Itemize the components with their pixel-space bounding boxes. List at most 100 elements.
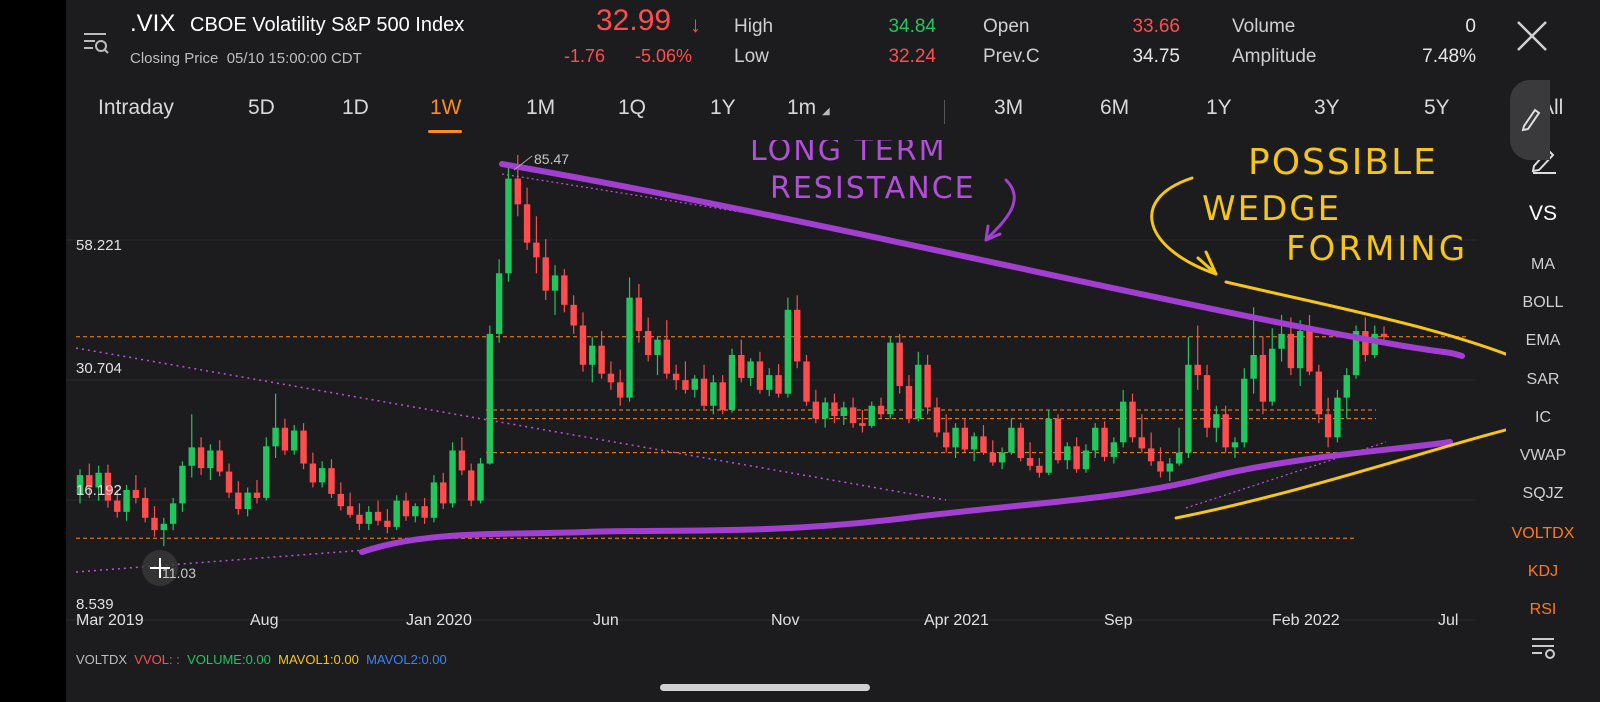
candle xyxy=(766,368,773,397)
candle-body xyxy=(318,468,326,483)
candle xyxy=(970,432,978,462)
candle-body xyxy=(877,405,885,415)
candle-body xyxy=(803,361,810,402)
candle xyxy=(877,397,885,419)
candle-body xyxy=(561,275,568,305)
candle xyxy=(216,440,223,477)
tab-1w[interactable]: 1W xyxy=(430,96,462,120)
candle-body xyxy=(1296,331,1304,369)
candle-body xyxy=(1315,371,1322,415)
candle-body xyxy=(402,500,410,517)
candle xyxy=(291,424,298,455)
candle-body xyxy=(384,520,391,527)
indicator-settings-icon[interactable] xyxy=(1530,636,1558,660)
tab-1m[interactable]: 1M xyxy=(526,96,555,120)
candle xyxy=(1222,405,1229,453)
candlestick-chart[interactable]: LONG TERM RESISTANCE POSSIBLE WEDGE FORM… xyxy=(66,140,1506,660)
indicator-ma[interactable]: MA xyxy=(1506,256,1580,274)
menu-search-icon[interactable] xyxy=(82,30,110,56)
candle-body xyxy=(924,364,931,408)
candle-body xyxy=(794,309,801,362)
indicator-boll[interactable]: BOLL xyxy=(1506,294,1580,312)
candle xyxy=(924,354,931,415)
candle xyxy=(840,401,847,425)
price-change-pct: -5.06% xyxy=(635,46,693,66)
tab-1d[interactable]: 1D xyxy=(342,96,369,120)
candle xyxy=(607,361,615,390)
candle xyxy=(989,440,996,466)
tab-5d[interactable]: 5D xyxy=(248,96,275,120)
drawing-tool-tab[interactable] xyxy=(1510,80,1550,160)
candle-body xyxy=(943,432,950,448)
indicator-ic[interactable]: IC xyxy=(1506,409,1580,427)
candle xyxy=(943,414,950,453)
candle xyxy=(449,442,456,508)
resistance-annotation-line2: RESISTANCE xyxy=(770,171,976,206)
candle-body xyxy=(672,373,680,381)
tab-5y[interactable]: 5Y xyxy=(1424,96,1450,120)
volume-legend: VOLTDX VVOL: : VOLUME:0.00 MAVOL1:0.00 M… xyxy=(76,652,447,667)
candle xyxy=(1269,328,1276,406)
y-tick-16192: 16.192 xyxy=(76,482,122,499)
candle-body xyxy=(281,427,289,451)
candle xyxy=(337,482,344,511)
tab-3y[interactable]: 3Y xyxy=(1314,96,1340,120)
candle-body xyxy=(430,482,438,518)
candle-body xyxy=(142,497,149,518)
pencil-tab-icon xyxy=(1521,108,1541,132)
tab-3m[interactable]: 3M xyxy=(994,96,1023,120)
candle-body xyxy=(458,450,466,471)
indicator-rsi[interactable]: RSI xyxy=(1506,601,1580,619)
tab-1q[interactable]: 1Q xyxy=(618,96,646,120)
candle xyxy=(468,463,475,507)
candle xyxy=(691,375,698,398)
candle-body xyxy=(1157,461,1164,472)
candle xyxy=(682,361,689,394)
candle-body xyxy=(1073,446,1080,470)
candle-body xyxy=(710,382,717,406)
tab-1min-dropdown[interactable]: 1m ◢ xyxy=(787,96,830,120)
candle xyxy=(365,506,372,531)
candle xyxy=(644,317,652,362)
candle-body xyxy=(812,401,820,419)
candle-body xyxy=(1101,427,1108,457)
candle-body xyxy=(449,450,456,504)
stat-label-volume: Volume xyxy=(1232,16,1296,37)
candle-body xyxy=(868,405,875,426)
home-indicator[interactable] xyxy=(660,684,870,691)
candle-body xyxy=(589,345,596,365)
candle xyxy=(542,239,549,300)
candle-body xyxy=(365,511,372,524)
candle-body xyxy=(244,492,251,510)
candle-body xyxy=(1175,452,1183,464)
candle xyxy=(738,339,745,383)
candle-body xyxy=(468,470,475,501)
candle-body xyxy=(197,447,205,469)
candle xyxy=(570,295,577,334)
close-icon[interactable] xyxy=(1514,18,1550,54)
candle-body xyxy=(207,450,214,469)
indicator-ema[interactable]: EMA xyxy=(1506,332,1580,350)
tab-1y-long[interactable]: 1Y xyxy=(1206,96,1232,120)
stat-value-open: 33.66 xyxy=(1132,16,1180,37)
indicator-sqjz[interactable]: SQJZ xyxy=(1506,485,1580,503)
candle-body xyxy=(412,506,419,517)
candle-body xyxy=(374,511,382,521)
candle xyxy=(1352,325,1360,379)
candle xyxy=(235,481,242,515)
indicator-voltdx[interactable]: VOLTDX xyxy=(1506,525,1580,543)
candle xyxy=(747,358,754,387)
tab-1y[interactable]: 1Y xyxy=(710,96,736,120)
vs-compare-button[interactable]: VS xyxy=(1512,202,1574,226)
indicator-vwap[interactable]: VWAP xyxy=(1506,447,1580,465)
candle-body xyxy=(440,482,447,504)
tab-intraday[interactable]: Intraday xyxy=(98,96,174,120)
stat-value-high: 34.84 xyxy=(888,16,936,37)
indicator-sar[interactable]: SAR xyxy=(1506,371,1580,389)
candle xyxy=(486,325,494,465)
tab-6m[interactable]: 6M xyxy=(1100,96,1129,120)
candle-body xyxy=(849,407,857,424)
indicator-kdj[interactable]: KDJ xyxy=(1506,563,1580,581)
candle-body xyxy=(1129,401,1136,438)
indicator-sidebar: VS MA BOLL EMA SAR IC VWAP SQJZ VOLTDX K… xyxy=(1506,140,1600,670)
